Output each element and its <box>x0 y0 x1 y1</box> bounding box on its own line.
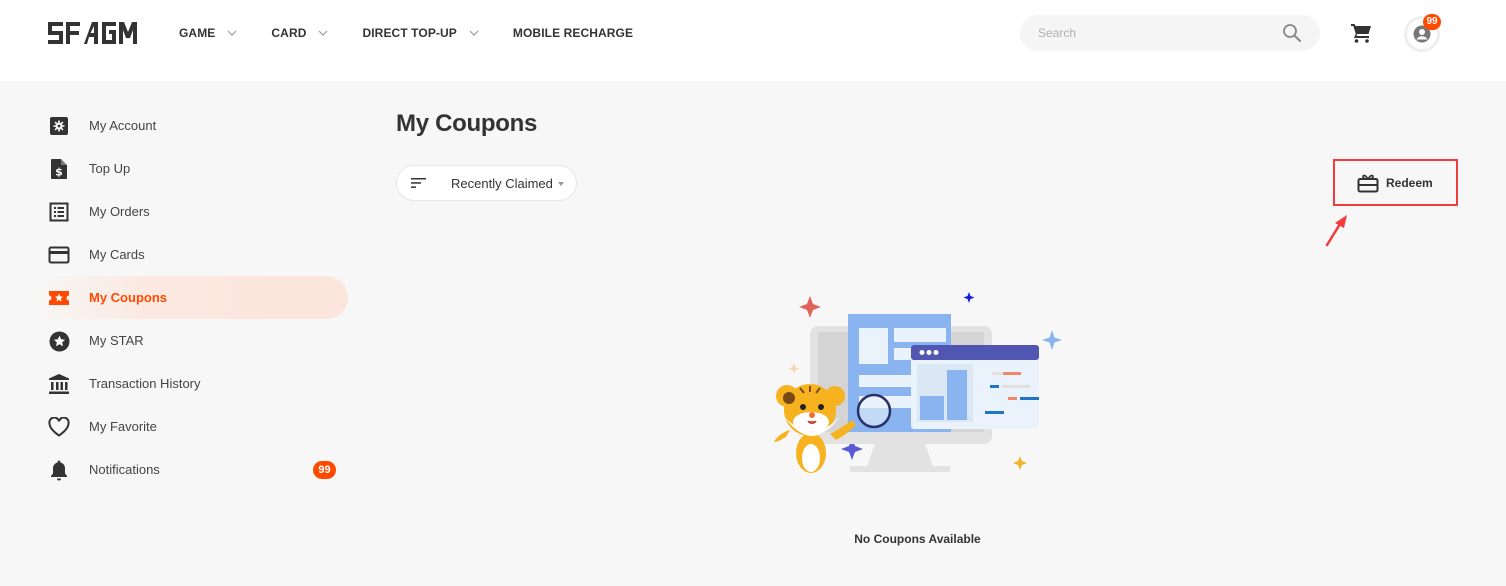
nav-direct-top-up-label: DIRECT TOP-UP <box>362 26 457 40</box>
sidebar-item-label: My Cards <box>89 247 145 262</box>
sparkle-icon <box>1013 456 1027 470</box>
redeem-button[interactable]: Redeem <box>1333 159 1458 206</box>
sidebar-item-label: My STAR <box>89 333 144 348</box>
annotation-arrow-icon <box>1325 215 1347 247</box>
sidebar-item-label: My Account <box>89 118 157 133</box>
svg-text:$: $ <box>55 166 63 179</box>
nav-mobile-recharge-label: MOBILE RECHARGE <box>512 26 634 40</box>
coupon-ticket-icon <box>48 287 70 309</box>
nav-direct-top-up[interactable]: DIRECT TOP-UP <box>362 24 479 42</box>
sidebar-item-my-account[interactable]: My Account <box>34 104 348 147</box>
sidebar-item-label: Top Up <box>89 161 131 176</box>
nav-card-label: CARD <box>271 26 307 40</box>
page-title: My Coupons <box>396 110 537 137</box>
nav-mobile-recharge[interactable]: MOBILE RECHARGE <box>513 24 633 42</box>
redeem-label: Redeem <box>1386 176 1433 190</box>
sidebar-item-label: Transaction History <box>89 376 201 391</box>
chevron-down-icon <box>469 30 479 36</box>
sort-dropdown[interactable]: Recently Claimed <box>396 165 577 201</box>
credit-card-icon <box>48 244 70 266</box>
sort-icon <box>411 178 426 188</box>
nav-game[interactable]: GAME <box>179 24 237 42</box>
nav-game-label: GAME <box>179 26 216 40</box>
sparkle-icon <box>1042 330 1062 350</box>
seagm-logo[interactable] <box>47 22 137 44</box>
tiger-mascot <box>774 384 856 473</box>
sparkle-icon <box>799 296 821 318</box>
dollar-file-icon: $ <box>48 158 70 180</box>
gift-card-icon <box>1357 174 1379 193</box>
search-input[interactable] <box>1038 24 1278 42</box>
caret-down-icon <box>558 182 564 186</box>
top-header: GAME CARD DIRECT TOP-UP MOBILE RECHARGE … <box>0 0 1506 81</box>
sparkle-icon <box>963 292 975 303</box>
notifications-badge: 99 <box>313 461 336 479</box>
sort-selected-value: Recently Claimed <box>451 176 553 191</box>
empty-state-illustration <box>774 292 1062 473</box>
sidebar-item-label: My Favorite <box>89 419 157 434</box>
search-icon[interactable] <box>1282 23 1302 43</box>
chevron-down-icon <box>227 30 237 36</box>
sidebar-item-my-orders[interactable]: My Orders <box>34 190 348 233</box>
sidebar-item-notifications[interactable]: Notifications 99 <box>34 448 348 491</box>
sidebar-item-label: My Orders <box>89 204 150 219</box>
empty-state-message: No Coupons Available <box>854 532 981 546</box>
main-nav: GAME CARD DIRECT TOP-UP MOBILE RECHARGE <box>179 24 667 42</box>
search-box <box>1020 15 1320 51</box>
chevron-down-icon <box>319 30 328 36</box>
sidebar-item-label: My Coupons <box>89 290 167 305</box>
heart-icon <box>48 416 70 438</box>
gear-square-icon <box>48 115 70 137</box>
list-icon <box>48 201 70 223</box>
avatar-notification-badge: 99 <box>1423 14 1441 30</box>
sidebar-item-my-star[interactable]: My STAR <box>34 319 348 362</box>
sidebar-item-label: Notifications <box>89 462 160 477</box>
nav-card[interactable]: CARD <box>271 24 328 42</box>
sidebar-item-my-coupons[interactable]: My Coupons <box>34 276 348 319</box>
bell-icon <box>48 459 70 481</box>
cart-icon[interactable] <box>1350 22 1372 44</box>
star-circle-icon <box>48 330 70 352</box>
sidebar-item-my-cards[interactable]: My Cards <box>34 233 348 276</box>
sidebar-item-my-favorite[interactable]: My Favorite <box>34 405 348 448</box>
account-sidebar: My Account $ Top Up My Orders My Cards M… <box>34 104 348 491</box>
bank-icon <box>48 373 70 395</box>
sidebar-item-transaction-history[interactable]: Transaction History <box>34 362 348 405</box>
sparkle-icon <box>788 363 800 374</box>
sidebar-item-top-up[interactable]: $ Top Up <box>34 147 348 190</box>
